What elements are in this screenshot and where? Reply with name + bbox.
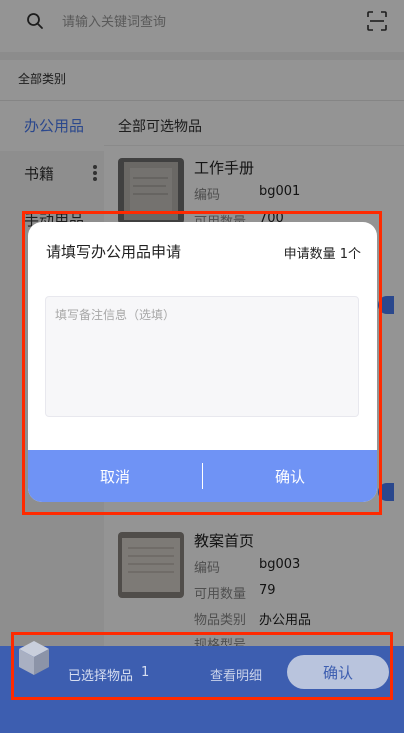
annotation-box-bottom-bar [11,632,393,700]
app-root: 全部类别 办公用品 书籍 手动用品 全部可选物品 工作手册 编码 bg001 可… [0,0,404,733]
annotation-box-modal [22,211,382,515]
